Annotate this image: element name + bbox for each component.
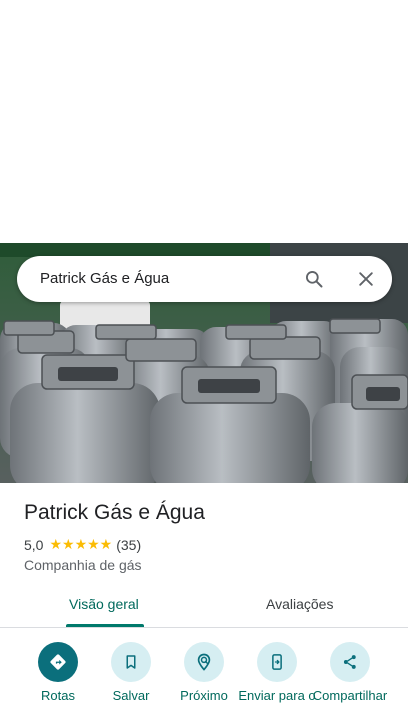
search-input[interactable]: Patrick Gás e Água [40, 270, 169, 287]
nearby-button[interactable]: Próximo [164, 642, 244, 702]
search-bar[interactable]: Patrick Gás e Água [17, 256, 392, 302]
send-to-phone-button[interactable]: Enviar para o [237, 642, 317, 702]
place-category[interactable]: Companhia de gás [24, 557, 142, 573]
place-title: Patrick Gás e Água [24, 501, 205, 524]
share-label: Compartilhar [312, 688, 388, 703]
nearby-icon [184, 642, 224, 682]
star-rating-icon: ★★★★★ [49, 536, 113, 552]
search-icon[interactable] [304, 269, 324, 289]
share-button[interactable]: Compartilhar [310, 642, 390, 702]
directions-icon [38, 642, 78, 682]
tab-overview[interactable]: Visão geral [69, 596, 139, 612]
tabs-divider [0, 627, 408, 628]
rating-row[interactable]: 5,0 ★★★★★ (35) [24, 536, 141, 553]
bookmark-icon [111, 642, 151, 682]
send-to-phone-label: Enviar para o [238, 688, 316, 703]
directions-label: Rotas [41, 688, 75, 703]
close-icon[interactable] [356, 269, 376, 289]
save-button[interactable]: Salvar [91, 642, 171, 702]
share-icon [330, 642, 370, 682]
rating-value: 5,0 [24, 536, 44, 553]
tab-reviews[interactable]: Avaliações [266, 596, 333, 612]
send-to-phone-icon [257, 642, 297, 682]
directions-button[interactable]: Rotas [18, 642, 98, 702]
blank-top-area [0, 0, 408, 243]
review-count: (35) [116, 536, 142, 553]
nearby-label: Próximo [180, 688, 228, 703]
save-label: Salvar [112, 688, 150, 703]
